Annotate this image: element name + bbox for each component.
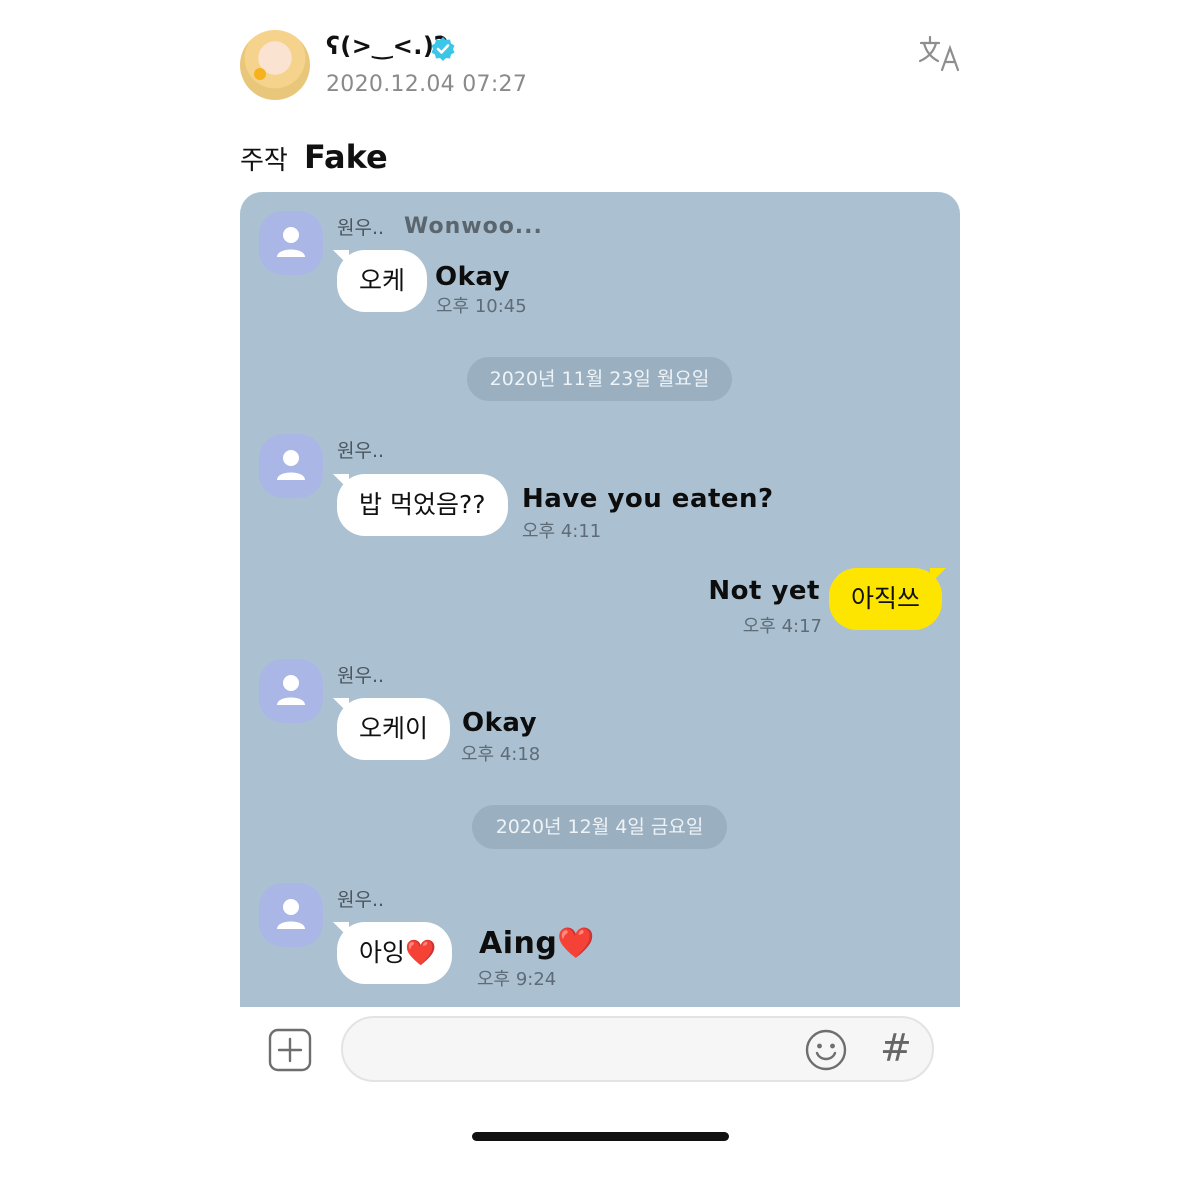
translate-icon[interactable]	[918, 34, 962, 72]
message-translation: Aing❤️	[479, 926, 595, 961]
sender-name: 원우..	[337, 440, 385, 462]
profile-placeholder[interactable]	[259, 434, 323, 498]
person-icon	[277, 450, 305, 480]
message-time: 오후 4:17	[742, 616, 822, 637]
message-bubble[interactable]: 오케이	[332, 698, 451, 760]
post-timestamp: 2020.12.04 07:27	[326, 72, 528, 97]
caption-korean: 주작	[240, 146, 288, 176]
sender-name: 원우..	[337, 665, 385, 687]
translation-text: Aing	[479, 926, 558, 961]
date-divider: 2020년 12월 4일 금요일	[472, 805, 727, 849]
sender-name: 원우..	[337, 889, 385, 911]
message-translation: Okay	[435, 262, 511, 292]
home-indicator[interactable]	[472, 1132, 729, 1141]
my-message-bubble[interactable]: 아직쓰	[828, 568, 947, 630]
message-time: 오후 4:11	[522, 521, 602, 542]
hash-button[interactable]: #	[880, 1026, 912, 1070]
message-translation: Not yet	[708, 576, 820, 606]
heart-emoji: ❤️	[557, 926, 596, 961]
message-bubble[interactable]: 아잉❤️	[332, 922, 453, 984]
smiley-icon[interactable]	[804, 1028, 848, 1072]
person-icon	[277, 675, 305, 705]
avatar[interactable]	[240, 30, 310, 100]
person-icon	[277, 227, 305, 257]
plus-square-icon[interactable]	[268, 1028, 312, 1072]
message-bubble[interactable]: 밥 먹었음??	[333, 474, 508, 536]
date-divider: 2020년 11월 23일 월요일	[467, 357, 732, 401]
verified-badge-icon	[431, 37, 455, 61]
sender-name: 원우..	[337, 217, 385, 239]
caption-english: Fake	[304, 138, 388, 176]
message-translation: Okay	[462, 708, 538, 738]
message-bubble[interactable]: 오케	[332, 250, 428, 312]
profile-placeholder[interactable]	[259, 659, 323, 723]
message-translation: Have you eaten?	[522, 484, 774, 514]
message-time: 오후 10:45	[436, 296, 527, 317]
profile-placeholder[interactable]	[259, 883, 323, 947]
sender-name-translation: Wonwoo...	[404, 214, 543, 239]
profile-placeholder[interactable]	[259, 211, 323, 275]
message-time: 오후 4:18	[461, 744, 541, 765]
message-time: 오후 9:24	[477, 969, 557, 990]
flower-decoration	[254, 68, 266, 80]
heart-emoji: ❤️	[405, 938, 437, 967]
message-text: 아잉	[359, 938, 406, 967]
person-icon	[277, 899, 305, 929]
